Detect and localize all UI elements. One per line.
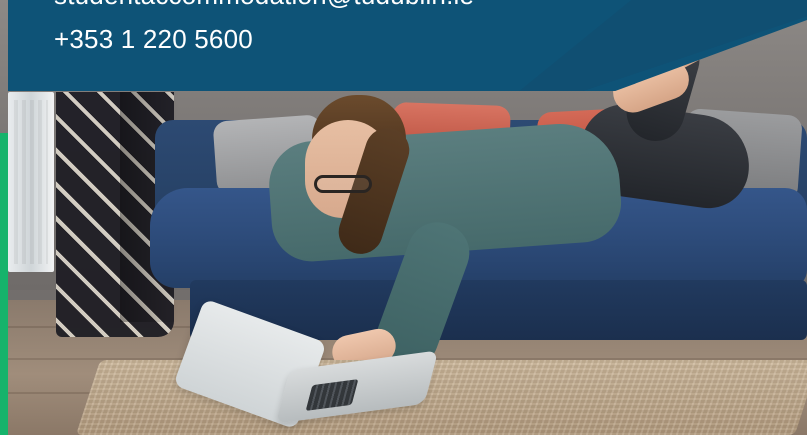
contact-banner: studentaccommodation@tudublin.ie +353 1 … bbox=[8, 0, 807, 91]
email-link[interactable]: studentaccommodation@tudublin.ie bbox=[54, 0, 474, 11]
phone-link[interactable]: +353 1 220 5600 bbox=[54, 24, 253, 55]
green-accent-bar bbox=[0, 133, 8, 435]
person-glasses bbox=[314, 175, 372, 193]
page: studentaccommodation@tudublin.ie +353 1 … bbox=[0, 0, 807, 435]
radiator bbox=[8, 92, 54, 272]
